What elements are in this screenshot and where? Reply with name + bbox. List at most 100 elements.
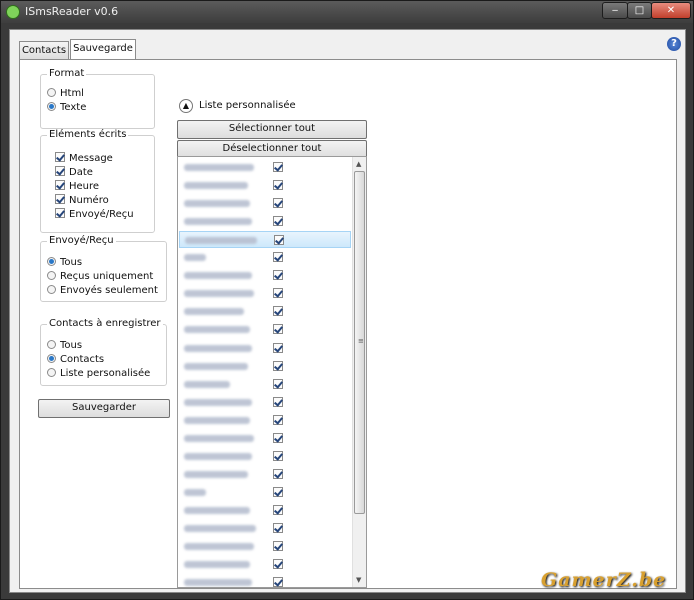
custom-list-expander-label[interactable]: Liste personnalisée <box>199 100 296 111</box>
message-label: Message <box>69 153 113 164</box>
contact-checkbox[interactable] <box>273 577 283 587</box>
contacts-save-liste-radio[interactable] <box>47 368 56 377</box>
contacts-save-option-contacts[interactable]: Contacts <box>47 354 104 365</box>
contact-row[interactable] <box>179 538 351 555</box>
contact-row[interactable] <box>179 376 351 393</box>
tab-contacts[interactable]: Contacts <box>19 41 69 60</box>
contact-row[interactable] <box>179 177 351 194</box>
contact-checkbox[interactable] <box>273 252 283 263</box>
direction-option-recus[interactable]: Reçus uniquement <box>47 271 153 282</box>
contact-checkbox[interactable] <box>273 432 283 443</box>
scroll-down-arrow-icon[interactable]: ▼ <box>356 576 361 584</box>
contacts-save-option-liste[interactable]: Liste personalisée <box>47 368 150 379</box>
contact-checkbox[interactable] <box>273 396 283 407</box>
contact-row[interactable] <box>179 502 351 519</box>
contact-row[interactable] <box>179 303 351 320</box>
contact-checkbox[interactable] <box>273 162 283 172</box>
contact-list[interactable]: ▲ ≡ ▼ <box>177 156 367 588</box>
contact-row[interactable] <box>179 574 351 587</box>
client-area: Contacts Sauvegarde ? Format Html Texte … <box>9 29 686 593</box>
contact-checkbox[interactable] <box>273 324 283 335</box>
obscured-contact-name <box>184 506 250 514</box>
format-html-radio[interactable] <box>47 88 56 97</box>
help-icon[interactable]: ? <box>667 37 681 51</box>
direction-envoyes-radio[interactable] <box>47 285 56 294</box>
select-all-button[interactable]: Sélectionner tout <box>177 120 367 139</box>
contact-checkbox[interactable] <box>273 450 283 461</box>
contact-row[interactable] <box>179 231 351 249</box>
collapse-chevron-icon[interactable]: ▲ <box>179 99 193 113</box>
contact-checkbox[interactable] <box>273 216 283 227</box>
contact-row[interactable] <box>179 249 351 266</box>
contact-checkbox[interactable] <box>273 414 283 425</box>
contact-row[interactable] <box>179 484 351 501</box>
tab-sauvegarde[interactable]: Sauvegarde <box>70 39 136 60</box>
contact-row[interactable] <box>179 556 351 573</box>
minimize-button[interactable]: ‒ <box>602 2 628 19</box>
contact-row[interactable] <box>179 394 351 411</box>
direction-option-tous[interactable]: Tous <box>47 257 82 268</box>
format-texte-radio[interactable] <box>47 102 56 111</box>
contact-checkbox[interactable] <box>273 360 283 371</box>
direction-recus-radio[interactable] <box>47 271 56 280</box>
obscured-contact-name <box>184 416 250 424</box>
contact-checkbox[interactable] <box>273 559 283 570</box>
scrollbar-thumb[interactable]: ≡ <box>354 171 365 514</box>
element-item-date[interactable]: Date <box>55 166 93 178</box>
contact-row[interactable] <box>179 358 351 375</box>
contacts-save-tous-radio[interactable] <box>47 340 56 349</box>
contact-row[interactable] <box>179 430 351 447</box>
contact-checkbox[interactable] <box>273 541 283 552</box>
title-bar[interactable]: ISmsReader v0.6 ‒ □ ✕ <box>1 1 693 23</box>
list-scrollbar[interactable]: ▲ ≡ ▼ <box>352 157 366 587</box>
element-item-envoye-recu[interactable]: Envoyé/Reçu <box>55 208 134 220</box>
contact-checkbox[interactable] <box>273 198 283 209</box>
gamerz-watermark: GamerZ.be <box>541 569 667 591</box>
obscured-contact-name <box>184 452 252 460</box>
contacts-save-option-tous[interactable]: Tous <box>47 340 82 351</box>
contact-checkbox[interactable] <box>273 378 283 389</box>
date-checkbox[interactable] <box>55 166 65 176</box>
contact-row[interactable] <box>179 285 351 302</box>
contact-row[interactable] <box>179 466 351 483</box>
contact-row[interactable] <box>179 213 351 230</box>
obscured-contact-name <box>184 434 254 442</box>
element-item-message[interactable]: Message <box>55 152 113 164</box>
close-button[interactable]: ✕ <box>651 2 691 19</box>
contacts-save-contacts-radio[interactable] <box>47 354 56 363</box>
format-option-texte[interactable]: Texte <box>47 102 86 113</box>
contact-row[interactable] <box>179 520 351 537</box>
contact-checkbox[interactable] <box>273 504 283 515</box>
message-checkbox[interactable] <box>55 152 65 162</box>
contact-row[interactable] <box>179 448 351 465</box>
contact-row[interactable] <box>179 159 351 176</box>
contact-row[interactable] <box>179 340 351 357</box>
contact-checkbox[interactable] <box>273 342 283 353</box>
heure-checkbox[interactable] <box>55 180 65 190</box>
element-item-heure[interactable]: Heure <box>55 180 99 192</box>
contact-checkbox[interactable] <box>274 235 284 246</box>
contact-checkbox[interactable] <box>273 180 283 191</box>
contact-checkbox[interactable] <box>273 468 283 479</box>
contact-checkbox[interactable] <box>273 288 283 299</box>
direction-tous-radio[interactable] <box>47 257 56 266</box>
elements-group: Eléments écrits Message Date Heure Numér… <box>40 129 155 233</box>
scroll-up-arrow-icon[interactable]: ▲ <box>356 160 361 168</box>
element-item-numero[interactable]: Numéro <box>55 194 109 206</box>
contact-checkbox[interactable] <box>273 270 283 281</box>
save-button[interactable]: Sauvegarder <box>38 399 170 418</box>
format-option-html[interactable]: Html <box>47 88 84 99</box>
direction-option-envoyes[interactable]: Envoyés seulement <box>47 285 158 296</box>
numero-checkbox[interactable] <box>55 194 65 204</box>
contact-row[interactable] <box>179 412 351 429</box>
contact-row[interactable] <box>179 195 351 212</box>
contact-row[interactable] <box>179 267 351 284</box>
contacts-save-contacts-label: Contacts <box>60 354 105 365</box>
obscured-contact-name <box>184 543 254 551</box>
contact-checkbox[interactable] <box>273 523 283 533</box>
contact-checkbox[interactable] <box>273 486 283 497</box>
maximize-button[interactable]: □ <box>627 2 652 19</box>
contact-row[interactable] <box>179 321 351 338</box>
contact-checkbox[interactable] <box>273 306 283 317</box>
envoye-recu-checkbox[interactable] <box>55 208 65 218</box>
